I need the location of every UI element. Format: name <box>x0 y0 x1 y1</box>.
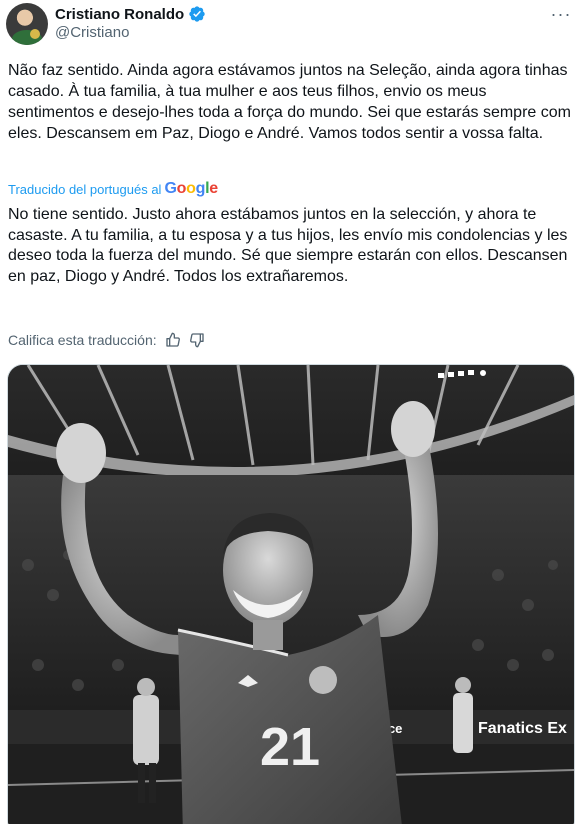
tweet-header: Cristiano Ronaldo @Cristiano ··· <box>0 0 586 50</box>
more-options-icon[interactable]: ··· <box>548 4 574 24</box>
thumbs-up-icon[interactable] <box>165 332 181 348</box>
rate-translation-row: Califica esta traducción: <box>8 331 205 349</box>
verified-badge-icon <box>189 6 205 22</box>
photo-illustration: nce Fanatics Ex 21 <box>8 365 574 824</box>
rate-translation-label: Califica esta traducción: <box>8 332 157 348</box>
jersey-number: 21 <box>260 717 320 777</box>
display-name[interactable]: Cristiano Ronaldo <box>55 6 184 23</box>
tweet-photo[interactable]: nce Fanatics Ex 21 <box>7 364 575 824</box>
translated-by-label: Traducido del portugués al <box>8 181 162 197</box>
tweet-card: Cristiano Ronaldo @Cristiano ··· Não faz… <box>0 0 586 824</box>
thumbs-down-icon[interactable] <box>189 332 205 348</box>
avatar[interactable] <box>6 3 48 45</box>
sponsor-text: Fanatics Ex <box>478 720 567 737</box>
avatar-badge <box>30 29 40 39</box>
name-row: Cristiano Ronaldo <box>55 4 206 24</box>
google-logo-icon: Google <box>164 180 218 197</box>
tweet-text: Não faz sentido. Ainda agora estávamos j… <box>8 62 571 142</box>
translated-text: No tiene sentido. Justo ahora estábamos … <box>8 206 568 285</box>
user-handle[interactable]: @Cristiano <box>55 24 129 41</box>
translated-by-link[interactable]: Traducido del portugués al Google <box>8 180 218 198</box>
